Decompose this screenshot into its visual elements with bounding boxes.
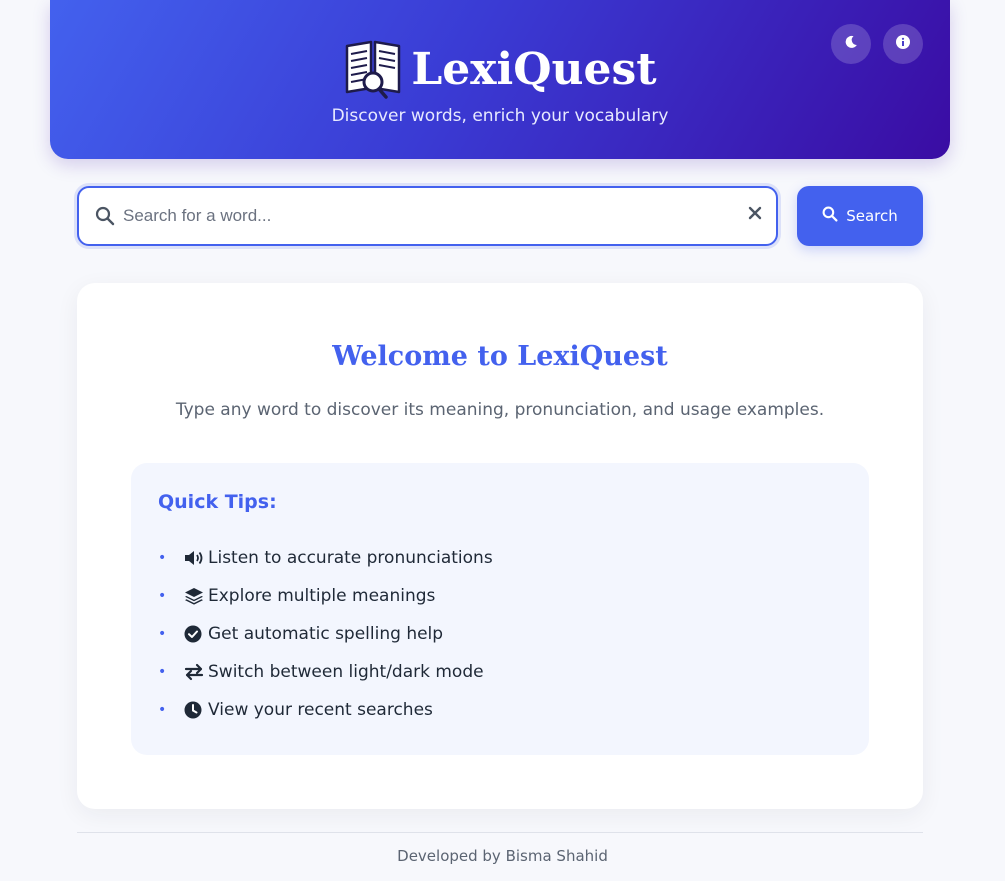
tip-label: Switch between light/dark mode <box>208 662 484 682</box>
search-icon <box>95 206 115 230</box>
list-item: • Get automatic spelling help <box>158 615 493 653</box>
brand: LexiQuest <box>50 36 950 104</box>
bullet: • <box>158 702 167 718</box>
welcome-title: Welcome to LexiQuest <box>332 341 668 372</box>
list-item: • View your recent searches <box>158 691 493 729</box>
volume-icon <box>184 549 208 567</box>
info-icon <box>895 34 911 54</box>
tip-label: View your recent searches <box>208 700 433 720</box>
bullet: • <box>158 664 167 680</box>
bullet: • <box>158 588 167 604</box>
welcome-subtitle: Type any word to discover its meaning, p… <box>175 400 825 420</box>
list-item: • Listen to accurate pronunciations <box>158 539 493 577</box>
theme-toggle-button[interactable] <box>831 24 871 64</box>
welcome-card: Welcome to LexiQuest Type any word to di… <box>77 283 923 809</box>
search-button[interactable]: Search <box>797 186 923 246</box>
clear-search-icon[interactable] <box>748 205 762 224</box>
tip-label: Listen to accurate pronunciations <box>208 548 493 568</box>
tagline: Discover words, enrich your vocabulary <box>331 106 669 126</box>
app-title: LexiQuest <box>411 44 657 95</box>
book-logo-icon <box>343 36 403 104</box>
exchange-icon <box>184 663 208 681</box>
layers-icon <box>184 587 208 605</box>
check-circle-icon <box>184 625 208 643</box>
moon-icon <box>843 34 859 54</box>
list-item: • Explore multiple meanings <box>158 577 493 615</box>
quick-tips-title: Quick Tips: <box>158 491 277 513</box>
quick-tips-list: • Listen to accurate pronunciations • Ex… <box>158 539 493 729</box>
info-button[interactable] <box>883 24 923 64</box>
clock-icon <box>184 701 208 719</box>
footer-divider <box>77 832 923 833</box>
search-icon <box>822 206 838 226</box>
tip-label: Explore multiple meanings <box>208 586 436 606</box>
search-input[interactable] <box>123 198 733 234</box>
bullet: • <box>158 626 167 642</box>
search-button-label: Search <box>846 207 898 225</box>
search-box <box>77 186 778 246</box>
quick-tips-panel: Quick Tips: • Listen to accurate pronunc… <box>131 463 869 755</box>
tip-label: Get automatic spelling help <box>208 624 444 644</box>
footer-credit: Developed by Bisma Shahid <box>397 847 608 865</box>
list-item: • Switch between light/dark mode <box>158 653 493 691</box>
bullet: • <box>158 550 167 566</box>
app-header: LexiQuest Discover words, enrich your vo… <box>50 0 950 159</box>
